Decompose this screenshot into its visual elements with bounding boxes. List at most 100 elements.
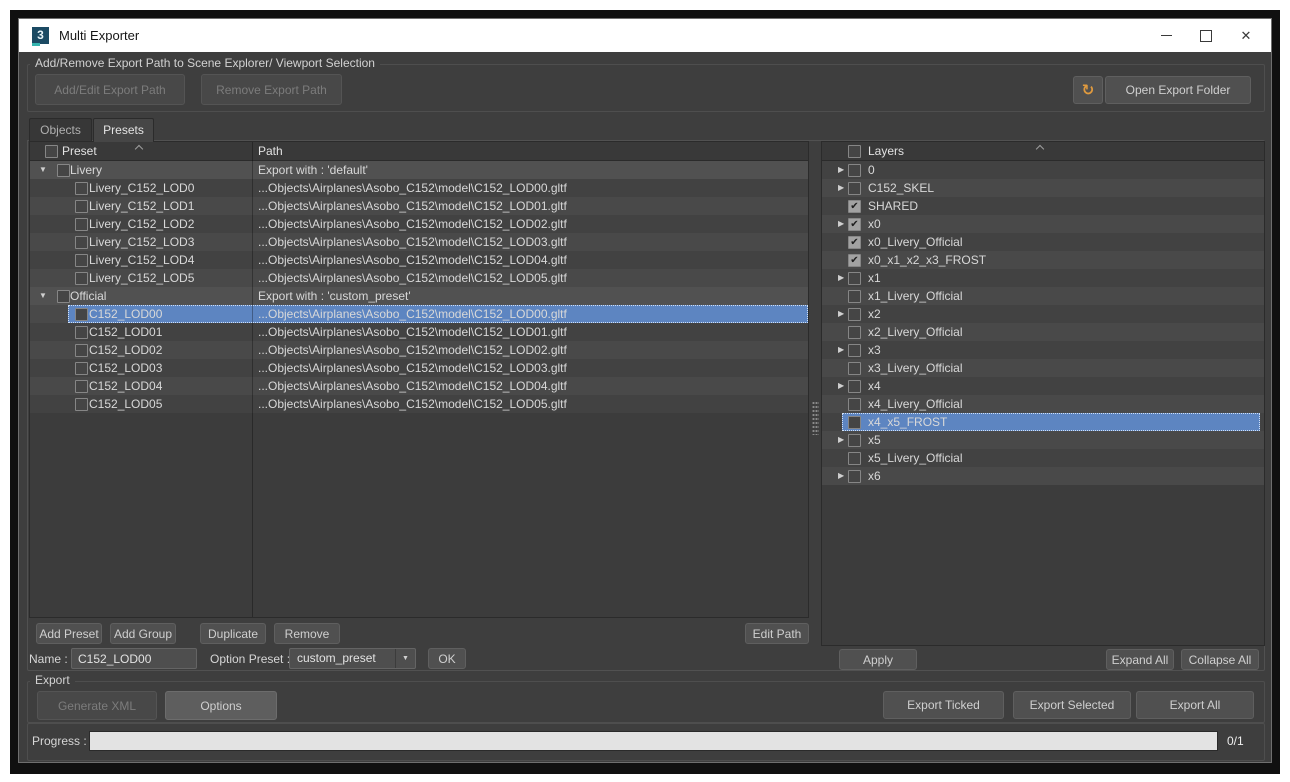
row-checkbox[interactable] bbox=[75, 398, 88, 411]
collapse-all-button[interactable]: Collapse All bbox=[1181, 649, 1259, 670]
preset-row[interactable]: Livery_C152_LOD3...Objects\Airplanes\Aso… bbox=[30, 233, 808, 251]
preset-row[interactable]: Livery_C152_LOD1...Objects\Airplanes\Aso… bbox=[30, 197, 808, 215]
layer-row[interactable]: ▶x5 bbox=[822, 431, 1264, 449]
row-checkbox[interactable] bbox=[75, 344, 88, 357]
row-checkbox[interactable] bbox=[75, 308, 88, 321]
name-input[interactable] bbox=[71, 648, 197, 669]
preset-row[interactable]: Livery_C152_LOD5...Objects\Airplanes\Aso… bbox=[30, 269, 808, 287]
layer-row[interactable]: ▶x1 bbox=[822, 269, 1264, 287]
layer-checkbox[interactable] bbox=[848, 434, 861, 447]
layer-checkbox[interactable] bbox=[848, 398, 861, 411]
row-checkbox[interactable] bbox=[75, 254, 88, 267]
maximize-button[interactable] bbox=[1186, 19, 1226, 52]
layer-checkbox[interactable]: ✔ bbox=[848, 254, 861, 267]
expand-arrow-icon[interactable]: ▶ bbox=[838, 215, 844, 233]
remove-button[interactable]: Remove bbox=[274, 623, 340, 644]
layer-row[interactable]: ▶x6 bbox=[822, 467, 1264, 485]
layer-row[interactable]: x3_Livery_Official bbox=[822, 359, 1264, 377]
layer-row[interactable]: ▶x4 bbox=[822, 377, 1264, 395]
layer-checkbox[interactable] bbox=[848, 164, 861, 177]
expand-arrow-icon[interactable]: ▶ bbox=[838, 377, 844, 395]
layer-row[interactable]: ✔x0_x1_x2_x3_FROST bbox=[822, 251, 1264, 269]
preset-select-all-checkbox[interactable] bbox=[45, 145, 58, 158]
close-button[interactable]: ✕ bbox=[1226, 19, 1266, 52]
layer-row[interactable]: x5_Livery_Official bbox=[822, 449, 1264, 467]
options-button[interactable]: Options bbox=[165, 691, 277, 720]
layer-row[interactable]: ▶C152_SKEL bbox=[822, 179, 1264, 197]
expand-arrow-icon[interactable]: ▶ bbox=[838, 179, 844, 197]
tab-presets[interactable]: Presets bbox=[93, 118, 154, 142]
row-checkbox[interactable] bbox=[57, 164, 70, 177]
preset-row[interactable]: Livery_C152_LOD2...Objects\Airplanes\Aso… bbox=[30, 215, 808, 233]
preset-row[interactable]: C152_LOD03...Objects\Airplanes\Asobo_C15… bbox=[30, 359, 808, 377]
row-checkbox[interactable] bbox=[57, 290, 70, 303]
generate-xml-button[interactable]: Generate XML bbox=[37, 691, 157, 720]
panel-splitter-grip[interactable] bbox=[812, 401, 819, 435]
row-checkbox[interactable] bbox=[75, 362, 88, 375]
layers-select-all-checkbox[interactable] bbox=[848, 145, 861, 158]
layer-checkbox[interactable] bbox=[848, 470, 861, 483]
layer-row[interactable]: ▶0 bbox=[822, 161, 1264, 179]
add-group-button[interactable]: Add Group bbox=[110, 623, 176, 644]
expand-arrow-icon[interactable]: ▶ bbox=[838, 431, 844, 449]
row-checkbox[interactable] bbox=[75, 218, 88, 231]
layer-checkbox[interactable] bbox=[848, 362, 861, 375]
layer-checkbox[interactable] bbox=[848, 308, 861, 321]
row-checkbox[interactable] bbox=[75, 272, 88, 285]
preset-group-row[interactable]: ▼LiveryExport with : 'default' bbox=[30, 161, 808, 179]
expand-arrow-icon[interactable]: ▶ bbox=[838, 305, 844, 323]
option-preset-dropdown[interactable]: custom_preset ▼ bbox=[289, 648, 416, 669]
layer-row[interactable]: x1_Livery_Official bbox=[822, 287, 1264, 305]
layer-checkbox[interactable] bbox=[848, 452, 861, 465]
expand-arrow-icon[interactable]: ▶ bbox=[838, 341, 844, 359]
layer-checkbox[interactable]: ✔ bbox=[848, 200, 861, 213]
expand-all-button[interactable]: Expand All bbox=[1106, 649, 1174, 670]
preset-row[interactable]: C152_LOD04...Objects\Airplanes\Asobo_C15… bbox=[30, 377, 808, 395]
preset-row[interactable]: Livery_C152_LOD0...Objects\Airplanes\Aso… bbox=[30, 179, 808, 197]
preset-row[interactable]: Livery_C152_LOD4...Objects\Airplanes\Aso… bbox=[30, 251, 808, 269]
layer-row[interactable]: ▶x3 bbox=[822, 341, 1264, 359]
ok-button[interactable]: OK bbox=[428, 648, 466, 669]
edit-path-button[interactable]: Edit Path bbox=[745, 623, 809, 644]
remove-export-path-button[interactable]: Remove Export Path bbox=[201, 74, 342, 105]
expand-arrow-icon[interactable]: ▼ bbox=[39, 161, 47, 179]
layer-row[interactable]: ▶x2 bbox=[822, 305, 1264, 323]
row-checkbox[interactable] bbox=[75, 182, 88, 195]
preset-column-header[interactable]: Preset bbox=[62, 143, 97, 160]
row-checkbox[interactable] bbox=[75, 380, 88, 393]
export-selected-button[interactable]: Export Selected bbox=[1013, 691, 1131, 719]
expand-arrow-icon[interactable]: ▶ bbox=[838, 161, 844, 179]
layer-row[interactable]: ✔SHARED bbox=[822, 197, 1264, 215]
layer-checkbox[interactable]: ✔ bbox=[848, 218, 861, 231]
row-checkbox[interactable] bbox=[75, 236, 88, 249]
expand-arrow-icon[interactable]: ▶ bbox=[838, 467, 844, 485]
export-ticked-button[interactable]: Export Ticked bbox=[883, 691, 1004, 719]
preset-row[interactable]: C152_LOD02...Objects\Airplanes\Asobo_C15… bbox=[30, 341, 808, 359]
preset-group-row[interactable]: ▼OfficialExport with : 'custom_preset' bbox=[30, 287, 808, 305]
row-checkbox[interactable] bbox=[75, 200, 88, 213]
layer-row[interactable]: ✔x0_Livery_Official bbox=[822, 233, 1264, 251]
preset-row[interactable]: C152_LOD05...Objects\Airplanes\Asobo_C15… bbox=[30, 395, 808, 413]
add-preset-button[interactable]: Add Preset bbox=[36, 623, 102, 644]
export-all-button[interactable]: Export All bbox=[1136, 691, 1254, 719]
minimize-button[interactable] bbox=[1146, 19, 1186, 52]
expand-arrow-icon[interactable]: ▼ bbox=[39, 287, 47, 305]
layer-row[interactable]: x2_Livery_Official bbox=[822, 323, 1264, 341]
refresh-button[interactable]: ↻ bbox=[1073, 76, 1103, 104]
layers-column-header[interactable]: Layers bbox=[868, 143, 904, 160]
add-edit-export-path-button[interactable]: Add/Edit Export Path bbox=[35, 74, 185, 105]
layer-row[interactable]: x4_Livery_Official bbox=[822, 395, 1264, 413]
layer-checkbox[interactable] bbox=[848, 290, 861, 303]
layer-checkbox[interactable] bbox=[848, 272, 861, 285]
layer-checkbox[interactable] bbox=[848, 416, 861, 429]
layer-checkbox[interactable] bbox=[848, 344, 861, 357]
layer-row[interactable]: ▶✔x0 bbox=[822, 215, 1264, 233]
layer-checkbox[interactable] bbox=[848, 182, 861, 195]
preset-row[interactable]: C152_LOD00...Objects\Airplanes\Asobo_C15… bbox=[30, 305, 808, 323]
open-export-folder-button[interactable]: Open Export Folder bbox=[1105, 76, 1251, 104]
layer-row[interactable]: x4_x5_FROST bbox=[822, 413, 1264, 431]
path-column-header[interactable]: Path bbox=[258, 143, 283, 160]
layer-checkbox[interactable] bbox=[848, 380, 861, 393]
row-checkbox[interactable] bbox=[75, 326, 88, 339]
apply-button[interactable]: Apply bbox=[839, 649, 917, 670]
